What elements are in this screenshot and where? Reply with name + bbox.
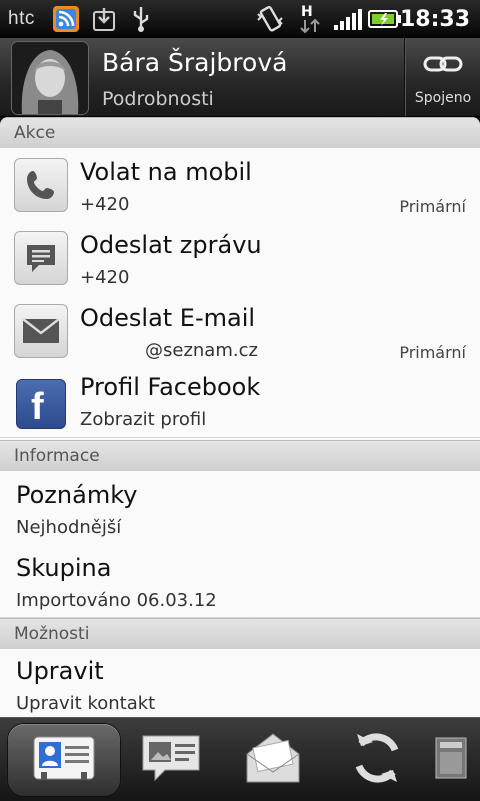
row-title: Odeslat zprávu: [80, 231, 262, 259]
section-info: Informace: [0, 440, 480, 472]
contact-header: Bára Šrajbrová Podrobnosti Spojeno: [0, 38, 480, 117]
svg-text:H: H: [301, 4, 313, 20]
tab-media[interactable]: [430, 724, 480, 796]
tab-sync[interactable]: [332, 724, 422, 796]
clock: 18:33: [399, 6, 470, 32]
section-options: Možnosti: [0, 618, 480, 650]
action-call-mobile[interactable]: Volat na mobil +420 Primární: [0, 148, 480, 222]
action-send-sms[interactable]: Odeslat zprávu +420: [0, 221, 480, 295]
status-bar: htc H 18:33: [0, 0, 480, 38]
info-notes[interactable]: Poznámky Nejhodnější: [0, 471, 480, 545]
info-group[interactable]: Skupina Importováno 06.03.12: [0, 544, 480, 618]
link-button[interactable]: Spojeno: [404, 38, 480, 116]
download-icon: [92, 0, 116, 38]
option-edit[interactable]: Upravit Upravit kontakt: [0, 649, 480, 717]
contact-name: Bára Šrajbrová: [102, 48, 288, 77]
bottom-tab-bar: [0, 717, 480, 801]
row-subtitle: Importováno 06.03.12: [16, 590, 217, 611]
section-label: Informace: [14, 446, 100, 466]
row-title: Profil Facebook: [80, 373, 261, 401]
tab-messages[interactable]: [228, 724, 318, 796]
contact-card-icon: [31, 734, 97, 786]
mail-envelope-icon: [241, 730, 305, 790]
primary-badge: Primární: [399, 343, 466, 362]
email-icon: [14, 304, 68, 358]
row-subtitle: @seznam.cz: [145, 340, 258, 361]
row-title: Odeslat E-mail: [80, 304, 256, 332]
section-label: Možnosti: [14, 624, 90, 644]
action-facebook-profile[interactable]: f Profil Facebook Zobrazit profil: [0, 367, 480, 438]
row-subtitle: Zobrazit profil: [80, 409, 207, 430]
usb-icon: [130, 0, 152, 38]
phone-icon: [14, 158, 68, 212]
action-send-email[interactable]: Odeslat E-mail @seznam.cz Primární: [0, 294, 480, 368]
header-subtitle: Podrobnosti: [102, 88, 214, 110]
row-title: Skupina: [16, 554, 112, 582]
htc-brand: htc: [8, 8, 35, 29]
message-icon: [14, 231, 68, 285]
row-title: Poznámky: [16, 481, 138, 509]
avatar[interactable]: [12, 42, 88, 114]
row-subtitle: +420: [80, 194, 130, 215]
section-label: Akce: [14, 123, 56, 143]
contact-details: Akce Volat na mobil +420 Primární Odesla…: [0, 117, 480, 717]
vibrate-icon: [255, 0, 285, 38]
battery-charging-icon: [368, 0, 402, 38]
row-title: Volat na mobil: [80, 158, 252, 186]
link-label: Spojeno: [414, 90, 472, 106]
row-subtitle: +420: [80, 267, 130, 288]
gallery-message-icon: [139, 732, 203, 788]
rss-icon: [52, 0, 80, 38]
row-subtitle: Upravit kontakt: [16, 693, 156, 714]
signal-icon: [334, 9, 362, 30]
primary-badge: Primární: [399, 197, 466, 216]
facebook-icon: f: [16, 379, 66, 429]
media-icon: [430, 732, 470, 788]
section-actions: Akce: [0, 117, 480, 149]
row-subtitle: Nejhodnější: [16, 517, 122, 538]
row-title: Upravit: [16, 657, 104, 685]
link-chain-icon: [423, 52, 463, 80]
sync-icon: [347, 728, 407, 792]
hspa-data-icon: H: [298, 0, 322, 38]
tab-details[interactable]: [8, 724, 120, 796]
tab-updates[interactable]: [126, 724, 216, 796]
